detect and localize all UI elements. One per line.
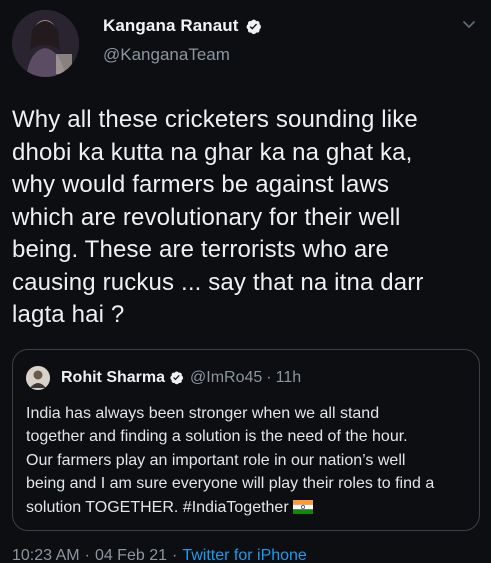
quoted-time: 11h [275, 368, 302, 386]
tweet-card: Kangana Ranaut @KanganaTeam Why all thes… [0, 0, 491, 563]
quoted-tweet[interactable]: Rohit Sharma @ImRo45 · 11h India has alw… [12, 348, 480, 531]
author-display-name[interactable]: Kangana Ranaut [103, 16, 239, 36]
author-handle[interactable]: @KanganaTeam [103, 45, 262, 65]
quoted-handle: @ImRo45 [190, 368, 263, 386]
avatar[interactable] [12, 10, 79, 77]
tweet-source-link[interactable]: Twitter for iPhone [182, 547, 307, 563]
india-flag-icon [292, 498, 313, 514]
user-block: Kangana Ranaut @KanganaTeam [103, 16, 262, 65]
tweet-date[interactable]: 04 Feb 21 [95, 547, 167, 563]
separator-dot: · [172, 546, 178, 563]
tweet-footer: 10:23 AM · 04 Feb 21 · Twitter for iPhon… [12, 547, 479, 563]
quoted-avatar [26, 365, 50, 390]
tweet-time[interactable]: 10:23 AM [12, 547, 80, 563]
quoted-text: India has always been stronger when we a… [26, 404, 435, 516]
separator-dot: · [266, 368, 272, 386]
chevron-down-icon[interactable] [461, 16, 477, 32]
tweet-text: Why all these cricketers sounding like d… [12, 106, 424, 328]
name-row: Kangana Ranaut [103, 16, 262, 36]
tweet-header: Kangana Ranaut @KanganaTeam [12, 10, 479, 80]
separator-dot: · [84, 546, 90, 563]
quoted-display-name: Rohit Sharma [61, 368, 166, 386]
quoted-tweet-header: Rohit Sharma @ImRo45 · 11h [26, 365, 466, 390]
quoted-text-block: India has always been stronger when we a… [26, 402, 466, 520]
verified-badge-icon [169, 370, 184, 385]
verified-badge-icon [245, 18, 262, 35]
